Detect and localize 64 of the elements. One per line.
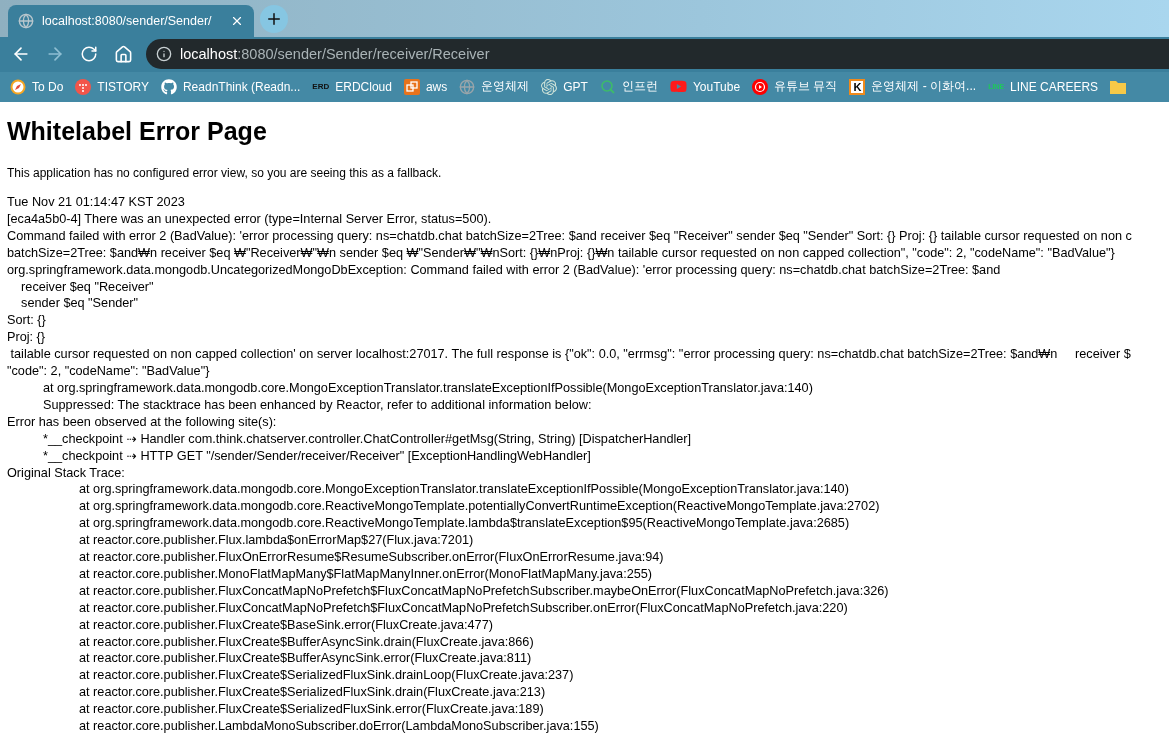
error-line: at org.springframework.data.mongodb.core.MongoExceptionTranslator.translateExceptionIfPossible(MongoExceptionTranslator.java:140): [78, 481, 850, 499]
error-line: at reactor.core.publisher.FluxCreate$SerializedFluxSink.drainLoop(FluxCreate.java:237): [78, 667, 575, 685]
error-line: at reactor.core.publisher.MonoFlatMapMany$FlatMapManyInner.onError(MonoFlatMapMany.java:255): [78, 565, 654, 583]
error-line: org.springframework.data.mongodb.UncategorizedMongoDbException: Command failed with error 2 (BadValue): 'error processing query: ns=chatdb.chat batchSize=2Tree: $and: [7, 261, 1002, 279]
error-line: at reactor.core.publisher.Flux.lambda$onErrorMap$27(Flux.java:7201): [78, 532, 475, 550]
github-icon: [160, 78, 177, 95]
error-line: Error has been observed at the following site(s):: [7, 413, 278, 431]
error-line: at reactor.core.publisher.FluxCreate$BaseSink.error(FluxCreate.java:477): [78, 616, 494, 634]
url-text: localhost:8080/sender/Sender/receiver/Receiver: [180, 46, 490, 63]
bookmark[interactable]: 인프런: [599, 78, 658, 96]
bookmark[interactable]: 운영체제: [459, 78, 530, 96]
knot-icon: [541, 78, 558, 95]
error-line: at reactor.core.publisher.FluxCreate$SerializedFluxSink.drain(FluxCreate.java:213): [78, 684, 547, 702]
error-line: tailable cursor requested on non capped collection' on server localhost:27017. The full response is {"ok": 0.0, "errmsg": "error processing query: ns=chatdb.chat batchSize=2Tree: $and₩n receiver $: [9, 346, 1132, 364]
error-line: at reactor.core.publisher.FluxConcatMapNoPrefetch$FluxConcatMapNoPrefetchSubscriber.maybeOnError(FluxConcatMapNoPrefetch.java:326): [78, 582, 890, 600]
error-line: batchSize=2Tree: $and₩n receiver $eq ₩"Receiver₩"₩n sender $eq ₩"Sender₩"₩nSort: {}₩nProj: {}₩n tailable cursor requested on non capped collection", "code": 2, "codeName": "BadValue"}: [7, 244, 1116, 262]
error-line: Sort: {}: [7, 312, 47, 330]
error-line: [eca4a5b0-4] There was an unexpected error (type=Internal Server Error, status=500).: [7, 210, 493, 228]
error-line: at org.springframework.data.mongodb.core.ReactiveMongoTemplate.lambda$translateException$95(ReactiveMongoTemplate.java:2685): [78, 515, 851, 533]
play-circle-icon: [752, 78, 769, 95]
error-line: at reactor.core.publisher.FluxOnErrorResume$ResumeSubscriber.onError(FluxOnErrorResume.java:94): [78, 549, 665, 566]
new-tab-button[interactable]: [260, 4, 288, 33]
error-line: *__checkpoint ⇢ Handler com.think.chatserver.controller.ChatController#getMsg(String, String) [DispatcherHandler]: [42, 430, 693, 448]
error-line: at reactor.core.publisher.FluxCreate$BufferAsyncSink.error(FluxCreate.java:811): [78, 650, 533, 668]
tab-title: localhost:8080/sender/Sender/: [42, 13, 213, 28]
bookmark[interactable]: ERD ERDCloud: [312, 79, 392, 94]
address-bar[interactable]: localhost:8080/sender/Sender/receiver/Receiver: [146, 39, 1169, 70]
error-line: *__checkpoint ⇢ HTTP GET "/sender/Sender/receiver/Receiver" [ExceptionHandlingWebHandler]: [42, 447, 592, 465]
error-line: Suppressed: The stacktrace has been enhanced by Reactor, refer to additional information below:: [42, 396, 593, 414]
reload-icon: [80, 45, 98, 64]
error-line: at org.springframework.data.mongodb.core.ReactiveMongoTemplate.potentiallyConvertRuntimeException(ReactiveMongoTemplate.java:2702): [78, 498, 881, 516]
page-heading: Whitelabel Error Page: [7, 117, 268, 146]
bookmark[interactable]: GPT: [541, 78, 588, 95]
globe-icon: [459, 78, 476, 95]
home-icon: [113, 44, 133, 64]
bookmark[interactable]: aws: [403, 78, 448, 95]
error-line: at org.springframework.data.mongodb.core.MongoExceptionTranslator.translateExceptionIfPossible(MongoExceptionTranslator.java:140): [42, 379, 814, 397]
globe-icon: [18, 12, 34, 29]
compass-icon: [10, 78, 26, 95]
error-line: at reactor.core.publisher.LambdaMonoSubscriber.doError(LambdaMonoSubscriber.java:155): [78, 718, 600, 735]
info-icon[interactable]: [156, 46, 172, 63]
k-icon: K: [849, 78, 866, 95]
browser-tab[interactable]: localhost:8080/sender/Sender/: [8, 4, 254, 37]
error-line: Proj: {}: [7, 329, 47, 347]
error-line: at reactor.core.publisher.FluxCreate$BufferAsyncSink.drain(FluxCreate.java:866): [78, 633, 535, 651]
bookmark[interactable]: ReadnThink (Readn...: [160, 78, 301, 95]
bookmark[interactable]: YouTube: [669, 78, 741, 96]
error-line: at reactor.core.publisher.FluxCreate$SerializedFluxSink.error(FluxCreate.java:189): [78, 701, 545, 719]
error-line: Tue Nov 21 01:14:47 KST 2023: [7, 194, 186, 211]
error-line: sender $eq "Sender": [20, 295, 140, 313]
dots-icon: [75, 78, 92, 95]
folder-icon[interactable]: [1110, 79, 1127, 94]
error-line: at reactor.core.publisher.FluxConcatMapNoPrefetch$FluxConcatMapNoPrefetchSubscriber.onError(FluxConcatMapNoPrefetch.java:220): [78, 599, 849, 617]
squares-icon: [403, 78, 420, 95]
bookmark[interactable]: TISTORY: [75, 78, 149, 95]
bookmark[interactable]: 유튜브 뮤직: [752, 78, 838, 96]
error-line: "code": 2, "codeName": "BadValue"}: [7, 363, 211, 380]
intro-text: This application has no configured error view, so you are seeing this as a fallback.: [7, 166, 443, 180]
error-line: receiver $eq "Receiver": [20, 278, 155, 296]
bookmark[interactable]: To Do: [10, 78, 64, 95]
bookmark[interactable]: K 운영체제 - 이화여...: [849, 78, 977, 96]
error-line: Command failed with error 2 (BadValue): 'error processing query: ns=chatdb.chat batchSize=2Tree: $and receiver $eq "Receiver" sender $eq "Sender" Sort: {} Proj: {} tailable cursor requested on non c: [7, 227, 1133, 245]
erd-icon: ERD: [312, 82, 330, 92]
error-line: Original Stack Trace:: [7, 464, 126, 482]
